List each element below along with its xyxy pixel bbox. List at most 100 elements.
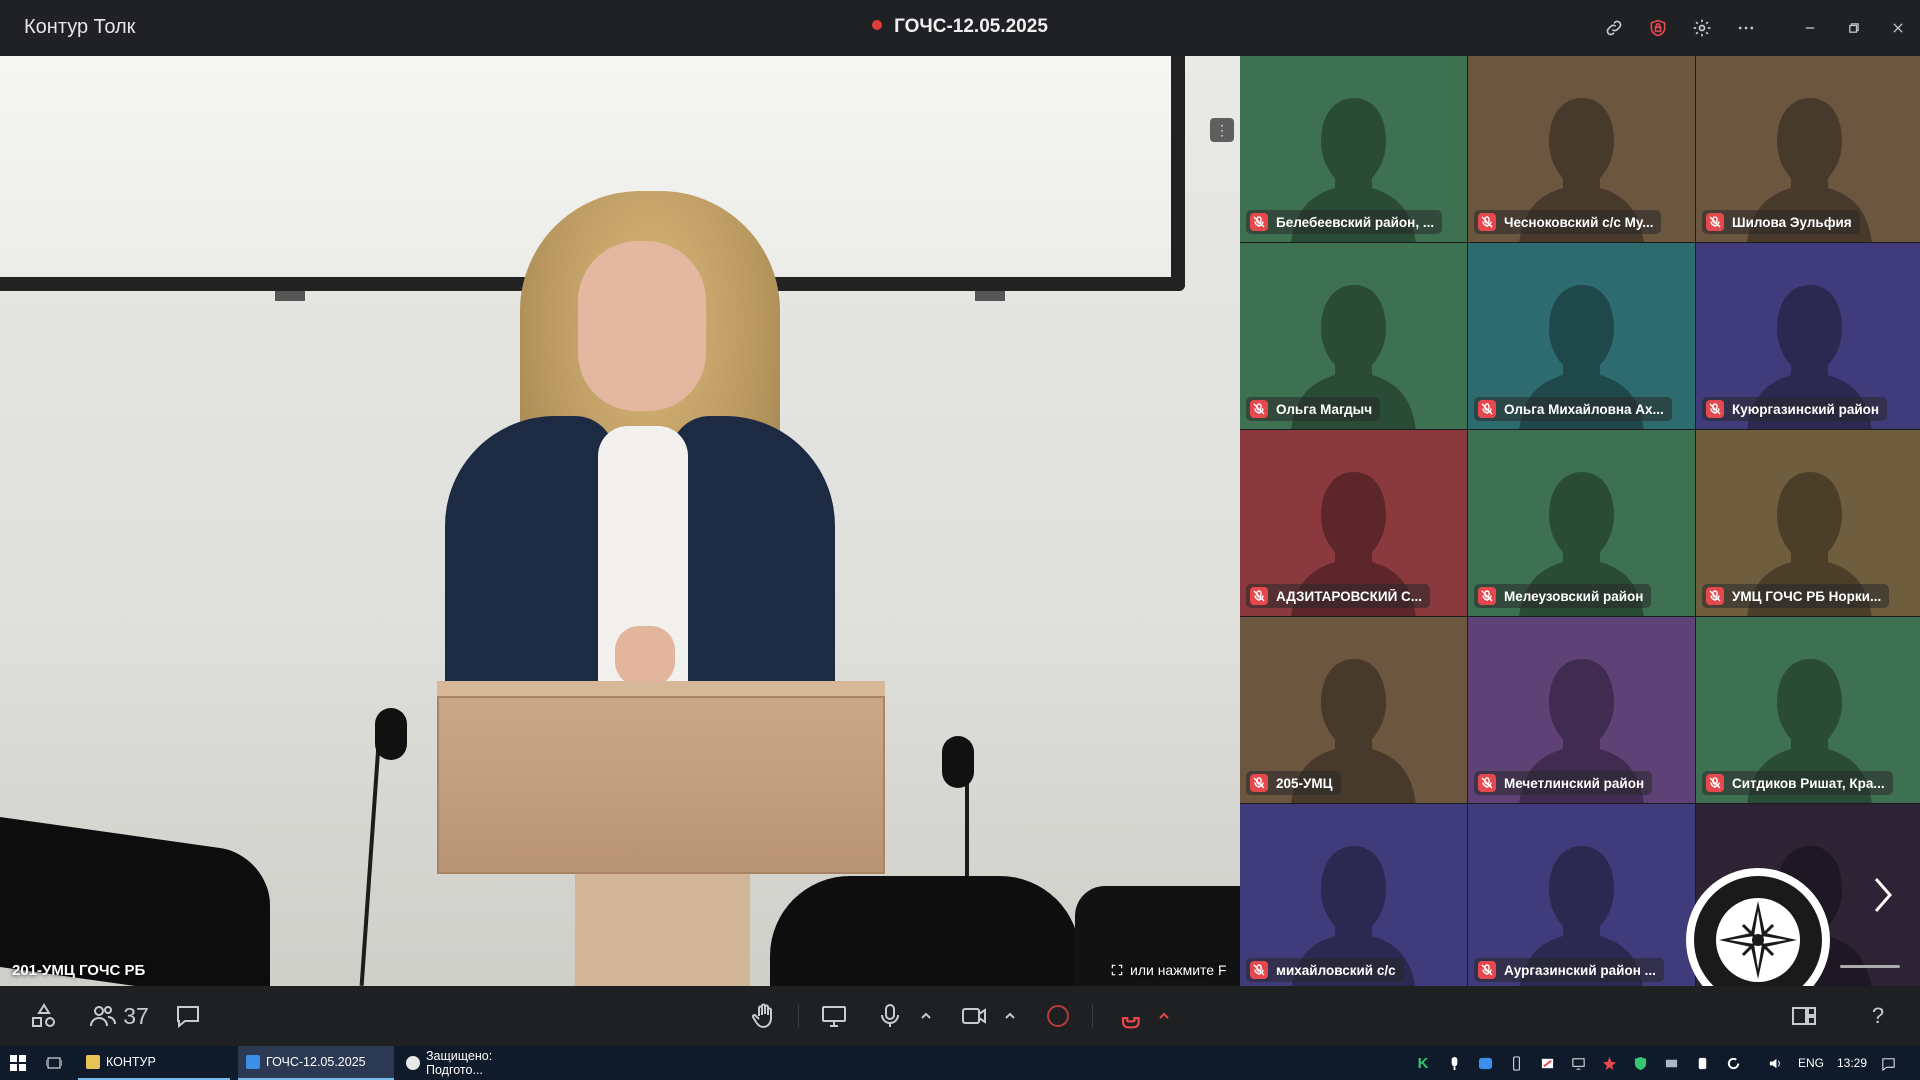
participant-tile[interactable]: Белебеевский район, ... [1240,56,1467,242]
security-tray-icon[interactable] [1538,1046,1556,1080]
next-page-button[interactable] [1865,870,1901,920]
more-button[interactable] [1724,0,1768,56]
participants-button[interactable]: 37 [84,986,154,1046]
participant-tile[interactable]: михайловский с/с [1240,804,1467,990]
settings-button[interactable] [1680,0,1724,56]
call-controls: 37 ? [0,986,1920,1046]
speaker-face [578,241,706,411]
layout-button[interactable] [1786,986,1822,1046]
participant-tile[interactable]: Куюргазинский район [1696,243,1920,429]
restore-button[interactable] [1832,0,1876,56]
start-button[interactable] [6,1046,30,1080]
speaker-video[interactable]: ⋮ 201-УМЦ ГОЧС РБ или нажмите F [0,56,1240,986]
participant-label: Ситдиков Ришат, Кра... [1702,771,1893,795]
device-tray-icon[interactable] [1693,1046,1711,1080]
star-icon [1602,1056,1616,1070]
participant-tile[interactable]: Чесноковский с/с Му... [1468,56,1695,242]
microphone-options-button[interactable] [918,986,934,1046]
close-button[interactable] [1876,0,1920,56]
camera-button[interactable] [956,986,992,1046]
taskbar-item-label: КОНТУР [106,1055,156,1069]
microphone-button[interactable] [872,986,908,1046]
microphone-icon [1451,1056,1457,1070]
video-app-icon [1478,1057,1492,1069]
participant-name: 205-УМЦ [1276,775,1333,791]
participant-tile[interactable]: Ситдиков Ришат, Кра... [1696,617,1920,803]
participant-tile[interactable]: Ольга Магдыч [1240,243,1467,429]
notifications-button[interactable] [1878,1046,1898,1080]
muted-badge [1706,400,1724,418]
participant-tile[interactable]: АДЗИТАРОВСКИЙ С... [1240,430,1467,616]
podium-stand [575,874,750,986]
microphone-off-icon [1481,216,1493,228]
participant-name: михайловский с/с [1276,962,1396,978]
microphone-off-icon [1709,216,1721,228]
microphone-off-icon [1481,590,1493,602]
volume-tray-icon[interactable] [1766,1046,1784,1080]
participant-name: Мелеузовский район [1504,588,1644,604]
clock[interactable]: 13:29 [1830,1046,1874,1080]
microphone-off-icon [1709,403,1721,415]
chat-button[interactable] [170,986,206,1046]
raise-hand-button[interactable] [746,986,782,1046]
defender-tray-icon[interactable] [1631,1046,1649,1080]
meeting-title-text: ГОЧС-12.05.2025 [894,16,1048,37]
microphone-head [942,736,974,788]
shield-icon [1541,1058,1553,1068]
kaspersky-tray-icon[interactable]: K [1414,1046,1432,1080]
record-button[interactable] [1040,986,1076,1046]
chevron-up-icon [921,1012,931,1019]
participant-label: УМЦ ГОЧС РБ Норки... [1702,584,1890,608]
microphone-off-icon [1253,777,1265,789]
apps-button[interactable] [26,986,62,1046]
language-indicator[interactable]: ENG [1795,1046,1827,1080]
microphone-off-icon [1481,777,1493,789]
leave-call-button[interactable] [1110,986,1146,1046]
participant-tile[interactable]: Аургазинский район ... [1468,804,1695,990]
chevron-up-icon [1159,1012,1169,1019]
participant-tile[interactable]: Шилова Эульфия [1696,56,1920,242]
participant-tile[interactable]: Мечетлинский район [1468,617,1695,803]
muted-badge [1250,400,1268,418]
minimize-icon [1805,27,1815,29]
participant-label: АДЗИТАРОВСКИЙ С... [1246,584,1431,608]
camera-options-button[interactable] [1002,986,1018,1046]
help-button[interactable]: ? [1860,986,1896,1046]
taskbar-item-kontur-talk[interactable]: ГОЧС-12.05.2025 [238,1046,394,1080]
muted-badge [1478,774,1496,792]
copy-link-button[interactable] [1592,0,1636,56]
taskbar-item-browser[interactable]: Защищено: Подгото... [402,1046,552,1080]
participant-label: Куюргазинский район [1702,397,1888,421]
hand-icon [751,1003,772,1029]
update-tray-icon[interactable] [1724,1046,1742,1080]
taskbar-item-folder[interactable]: КОНТУР [78,1046,230,1080]
participant-label: Чесноковский с/с Му... [1474,210,1662,234]
participants-count: 37 [123,1002,149,1029]
microphone-tray-icon[interactable] [1445,1046,1463,1080]
windows-icon [10,1055,26,1071]
participant-tile[interactable]: Ольга Михайловна Ах... [1468,243,1695,429]
muted-badge [1250,587,1268,605]
chevron-up-icon [1005,1012,1015,1019]
recording-indicator-icon [872,19,883,30]
shield-icon [1634,1056,1646,1070]
participant-tile[interactable]: УМЦ ГОЧС РБ Норки... [1696,430,1920,616]
microphone-off-icon [1709,777,1721,789]
network-tray-icon[interactable] [1569,1046,1587,1080]
task-view-button[interactable] [42,1046,66,1080]
participant-tile[interactable]: 205-УМЦ [1240,617,1467,803]
screen-share-button[interactable] [816,986,852,1046]
fullscreen-hint[interactable]: или нажмите F [1110,962,1227,978]
participant-tile[interactable]: Мелеузовский район [1468,430,1695,616]
chat-icon [177,1006,199,1029]
leave-options-button[interactable] [1156,986,1172,1046]
video-menu-button[interactable]: ⋮ [1210,118,1234,142]
participant-label: 205-УМЦ [1246,771,1341,795]
minimize-button[interactable] [1788,0,1832,56]
display-tray-icon[interactable] [1662,1046,1680,1080]
security-button[interactable] [1636,0,1680,56]
usb-tray-icon[interactable] [1507,1046,1525,1080]
app-tray-icon[interactable] [1600,1046,1618,1080]
meeting-tray-icon[interactable] [1476,1046,1494,1080]
